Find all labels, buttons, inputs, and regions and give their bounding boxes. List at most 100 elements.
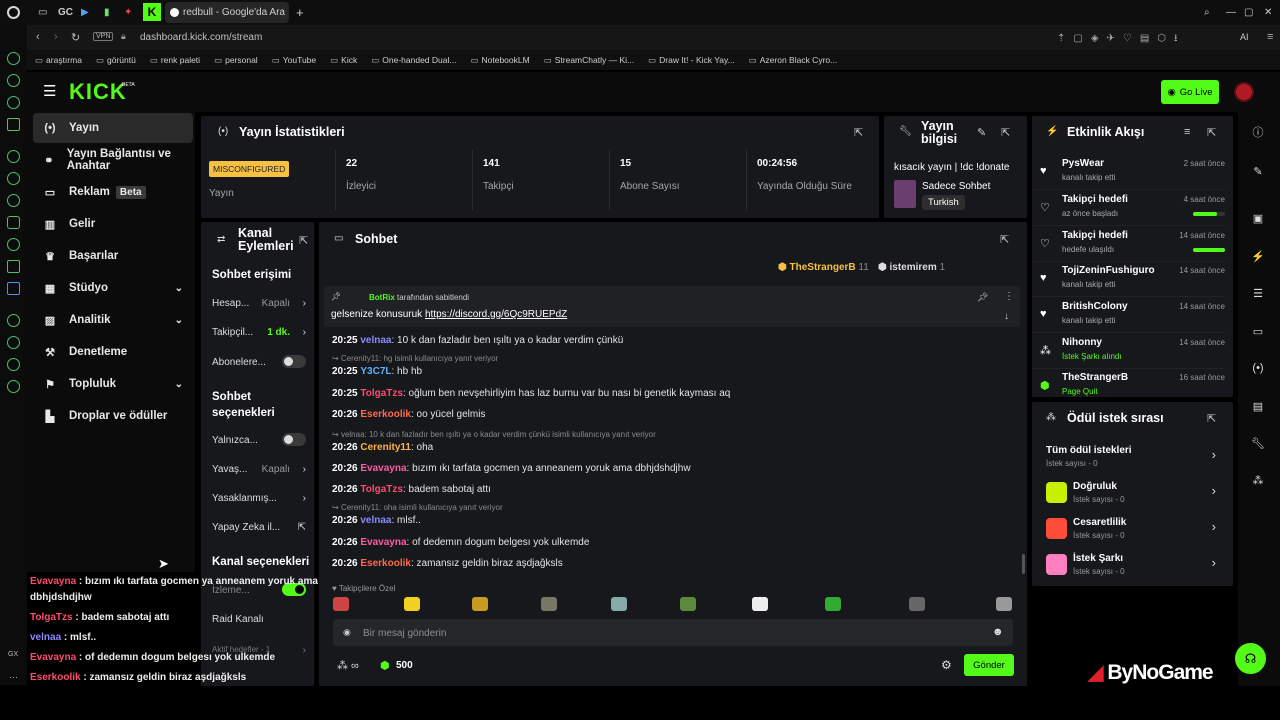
bookmark-item[interactable]: ▭ personal (214, 55, 258, 66)
kick-logo[interactable]: KICK (69, 79, 127, 105)
instagram-icon[interactable] (7, 216, 20, 229)
sidebar-item-7[interactable]: ⚒ Denetleme (33, 337, 193, 367)
tab-icon-1[interactable]: ▭ (38, 3, 47, 22)
reward-row[interactable]: Cesaretlilik İstek sayısı - 0 › (1040, 515, 1220, 545)
sidebar-item-5[interactable]: ▦ Stüdyo ⌄ (33, 273, 193, 303)
x-icon[interactable] (7, 260, 20, 273)
popout-icon[interactable]: ⇱ (299, 234, 308, 247)
lightning-icon[interactable]: ⚡ (1249, 247, 1267, 265)
emote-icon[interactable] (825, 597, 841, 611)
popout-icon[interactable]: ⇱ (1001, 126, 1010, 139)
subscribers-only-setting[interactable]: Abonelere... (212, 355, 306, 368)
message-user[interactable]: Cerenity11 (360, 442, 411, 453)
slow-mode-setting[interactable]: Yavaş... Kapalı › (212, 464, 306, 475)
activity-item[interactable]: ♡ Takipçi hedefi hedefe ulaşıldı 14 saat ön… (1033, 228, 1225, 262)
emote-icon[interactable] (404, 597, 420, 611)
avatar[interactable] (1234, 82, 1254, 102)
bookmark-item[interactable]: ▭ araştırma (35, 55, 82, 66)
top-user-2[interactable]: ⬢ istemirem 1 (878, 262, 945, 273)
top-user-1[interactable]: ⬢ TheStrangerB 11 (778, 262, 869, 273)
maximize-icon[interactable]: ▢ (1244, 3, 1253, 22)
opera-sidebar-icon-2[interactable] (7, 74, 20, 87)
activity-item[interactable]: ♥ TojiZeninFushiguro kanalı takip etti 14 s… (1033, 263, 1225, 297)
tiktok-icon[interactable] (7, 238, 20, 251)
extensions-icon[interactable] (7, 358, 20, 371)
raid-channel-setting[interactable]: Raid Kanalı (212, 614, 306, 625)
emote-icon[interactable] (541, 597, 557, 611)
sidebar-item-1[interactable]: ⚭ Yayın Bağlantısı ve Anahtar (33, 145, 193, 175)
tab-red-icon[interactable]: ✦ (124, 3, 132, 22)
discord-icon[interactable] (7, 150, 20, 163)
message-user[interactable]: Evavayna (360, 463, 406, 474)
info-icon[interactable]: ⓘ (1249, 123, 1267, 141)
subscribers-toggle[interactable] (282, 355, 306, 368)
sidebar-item-4[interactable]: ♛ Başarılar (33, 241, 193, 271)
account-age-setting[interactable]: Hesap... Kapalı › (212, 298, 306, 309)
activity-item[interactable]: ♥ BritishColony kanalı takip etti 14 saat ö… (1033, 299, 1225, 333)
menu-icon[interactable]: ≡ (1267, 31, 1273, 43)
close-icon[interactable]: ✕ (1264, 3, 1272, 22)
banned-words-setting[interactable]: Yasaklanmış... › (212, 493, 306, 504)
edit-icon[interactable]: ✎ (977, 126, 986, 139)
messenger-icon[interactable] (7, 194, 20, 207)
sidebar-item-0[interactable]: (•) Yayın (33, 113, 193, 143)
reward-row[interactable]: İstek Şarkı İstek sayısı - 0 › (1040, 551, 1220, 581)
rewards-icon[interactable]: ⁂ ∞ (337, 659, 359, 672)
sidebar-item-6[interactable]: ▨ Analitik ⌄ (33, 305, 193, 335)
emote-icon[interactable] (333, 597, 349, 611)
vpn-badge[interactable]: VPN (93, 32, 114, 41)
followers-only-setting[interactable]: Takipçil... 1 dk. › (212, 327, 306, 338)
extension-icons[interactable]: ⇡▢◈✈♡▤⬡⭳ (1057, 31, 1186, 48)
filter-icon[interactable]: ≡ (1184, 126, 1190, 138)
search-icon[interactable]: ⌕ (1204, 3, 1210, 22)
sidebar-item-9[interactable]: ▙ Droplar ve ödüller (33, 401, 193, 431)
chat-scrollbar[interactable] (1022, 554, 1025, 574)
activity-item[interactable]: ⁂ Nihonny İstek Şarkı alındı 14 saat önce (1033, 335, 1225, 369)
back-icon[interactable]: ‹ (36, 31, 40, 43)
player-icon[interactable] (7, 314, 20, 327)
gx-icon[interactable]: GX (8, 651, 18, 658)
popout-icon[interactable]: ⇱ (854, 126, 863, 139)
message-user[interactable]: velnaa (360, 335, 391, 346)
whatsapp-icon[interactable] (7, 172, 20, 185)
opera-sidebar-icon-3[interactable] (7, 96, 20, 109)
tab-kick-icon[interactable]: K (143, 3, 161, 21)
tab-play-icon[interactable]: ▶ (81, 3, 89, 22)
popout-icon[interactable]: ⇱ (1207, 126, 1216, 139)
hamburger-icon[interactable]: ☰ (43, 82, 56, 100)
bookmark-item[interactable]: ▭ görüntü (96, 55, 136, 66)
collapse-icon[interactable]: ↓ (1004, 311, 1009, 322)
emote-icon[interactable] (909, 597, 925, 611)
opera-sidebar-icon-1[interactable] (7, 52, 20, 65)
opera-logo-icon[interactable] (7, 6, 20, 19)
tab-gc[interactable]: GC (58, 3, 73, 22)
rewards-rail-icon[interactable]: ⁂ (1249, 471, 1267, 489)
unpin-icon[interactable]: 📌︎ (977, 292, 988, 303)
more-icon[interactable]: ··· (9, 672, 18, 682)
history-icon[interactable] (7, 336, 20, 349)
only-setting[interactable]: Yalnızca... (212, 433, 306, 446)
activity-item[interactable]: ♥ PysWear kanalı takip etti 2 saat önce (1033, 156, 1225, 190)
emoji-icon[interactable]: ☻ (992, 626, 1004, 638)
minimize-icon[interactable]: — (1226, 3, 1236, 22)
reload-icon[interactable]: ↻ (71, 31, 80, 44)
message-user[interactable]: TolgaTzs (360, 484, 403, 495)
address-url[interactable]: dashboard.kick.com/stream (140, 32, 262, 43)
message-user[interactable]: Eserkoolik (360, 558, 411, 569)
emote-icon[interactable] (680, 597, 696, 611)
forward-icon[interactable]: › (54, 31, 58, 43)
ai-moderation-setting[interactable]: Yapay Zeka il... ⇱ (212, 522, 306, 533)
support-button[interactable]: ☊ (1235, 643, 1266, 674)
settings-icon[interactable] (7, 380, 20, 393)
bookmark-item[interactable]: ▭ renk paleti (150, 55, 200, 66)
activity-item[interactable]: ⬢ TheStrangerB Page Quit 16 saat önce (1033, 370, 1225, 404)
list-icon[interactable]: ☰ (1249, 284, 1267, 302)
popout-icon[interactable]: ⇱ (1207, 412, 1216, 425)
popout-icon[interactable]: ⇱ (1000, 233, 1009, 246)
emote-icon[interactable] (611, 597, 627, 611)
bookmark-item[interactable]: ▭ YouTube (272, 55, 316, 66)
sidebar-item-2[interactable]: ▭ Reklam Beta (33, 177, 193, 207)
emote-icon[interactable] (752, 597, 768, 611)
message-user[interactable]: Eserkoolik (360, 409, 411, 420)
bookmark-item[interactable]: ▭ Draw It! - Kick Yay... (648, 55, 735, 66)
